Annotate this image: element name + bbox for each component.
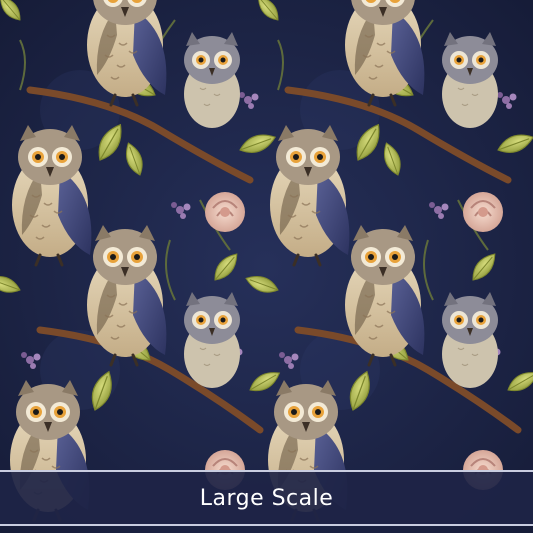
fabric-swatch: Large Scale: [0, 0, 533, 533]
banner-label: Large Scale: [199, 485, 334, 511]
scale-banner: Large Scale: [0, 470, 533, 526]
owl-pattern-illustration: [0, 0, 533, 533]
